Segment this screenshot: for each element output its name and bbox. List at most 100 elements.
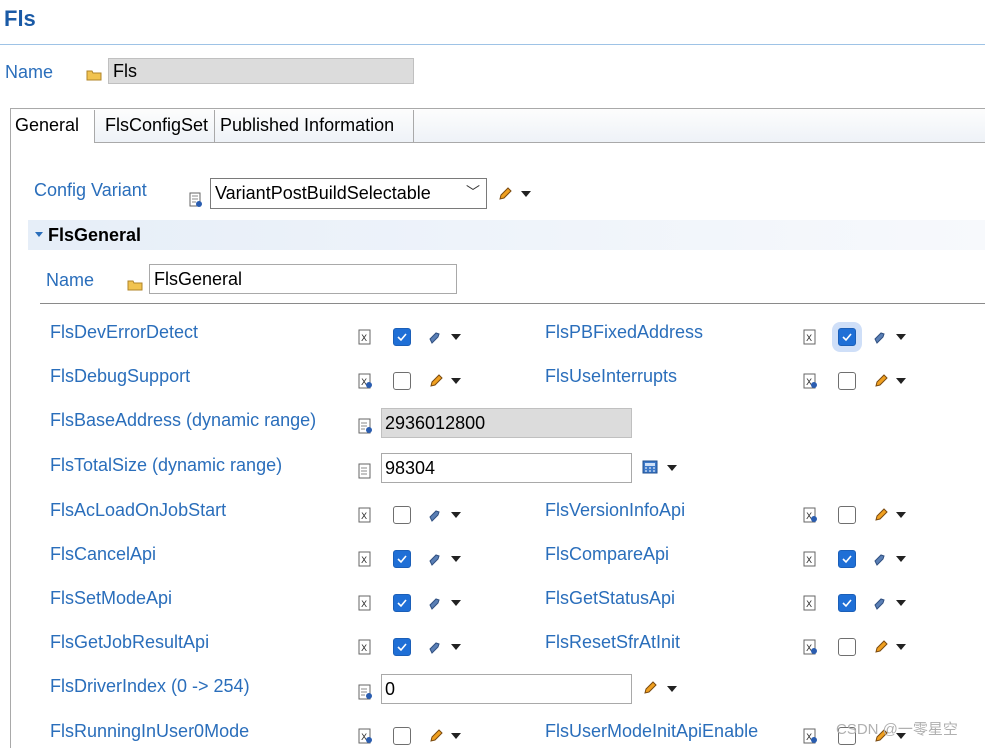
parameter-type-icon: X [358,639,371,655]
pencil-icon[interactable] [873,373,889,389]
dropdown-arrow-icon[interactable] [451,378,461,384]
svg-text:X: X [806,556,812,566]
svg-text:X: X [806,733,812,743]
parameter-type-icon: X [803,373,817,389]
tab-flsconfigset[interactable]: FlsConfigSet [95,110,215,142]
dropdown-arrow-icon[interactable] [451,733,461,739]
driver-index-field[interactable]: 0 [381,674,632,704]
svg-text:X: X [361,334,367,344]
section-divider [40,303,985,304]
wrench-icon[interactable] [428,551,444,567]
wrench-icon[interactable] [428,595,444,611]
checkbox-pb-fixed-address[interactable] [838,328,856,346]
parameter-type-icon [358,418,372,434]
pencil-icon[interactable] [428,373,444,389]
dropdown-arrow-icon[interactable] [451,556,461,562]
parameter-type-icon: X [803,728,817,744]
checkbox-compare-api[interactable] [838,550,856,568]
pencil-icon[interactable] [428,728,444,744]
section-header[interactable] [28,220,985,250]
wrench-icon[interactable] [873,595,889,611]
collapse-arrow-icon[interactable] [35,232,43,237]
svg-text:X: X [361,512,367,522]
dropdown-arrow-icon[interactable] [896,512,906,518]
checkbox-version-info-api[interactable] [838,506,856,524]
wrench-icon[interactable] [428,507,444,523]
dropdown-arrow-icon[interactable] [896,644,906,650]
checkbox-debug-support[interactable] [393,372,411,390]
param-label-get-status-api: FlsGetStatusApi [545,588,676,608]
chevron-down-icon[interactable]: ﹀ [466,182,480,202]
param-label-running-in-user0-mode: FlsRunningInUser0Mode [50,721,250,741]
base-address-field[interactable]: 2936012800 [381,408,632,438]
param-label-reset-sfr-at-init: FlsResetSfrAtInit [545,632,681,652]
folder-icon [86,70,102,81]
parameter-type-icon: X [803,329,816,345]
name-field[interactable]: Fls [108,58,414,84]
parameter-type-icon: X [803,551,816,567]
checkbox-dev-error-detect[interactable] [393,328,411,346]
wrench-icon[interactable] [428,639,444,655]
checkbox-get-status-api[interactable] [838,594,856,612]
param-label-get-job-result-api: FlsGetJobResultApi [50,632,210,652]
dropdown-arrow-icon[interactable] [667,465,677,471]
dropdown-arrow-icon[interactable] [896,556,906,562]
total-size-field[interactable]: 98304 [381,453,632,483]
tab-general[interactable]: General [11,110,95,143]
parameter-type-icon: X [803,639,817,655]
svg-text:X: X [806,644,812,654]
checkbox-get-job-result-api[interactable] [393,638,411,656]
param-label-dev-error-detect: FlsDevErrorDetect [50,322,199,342]
wrench-icon[interactable] [428,329,444,345]
calculator-icon[interactable] [642,459,658,475]
dropdown-arrow-icon[interactable] [896,600,906,606]
pencil-icon[interactable] [873,639,889,655]
checkbox-ac-load-on-job-start[interactable] [393,506,411,524]
svg-text:X: X [361,733,367,743]
parameter-type-icon: X [358,728,372,744]
dropdown-arrow-icon[interactable] [521,191,531,197]
checkbox-running-in-user0-mode[interactable] [393,727,411,745]
dropdown-arrow-icon[interactable] [667,686,677,692]
pencil-icon[interactable] [642,680,658,696]
param-label-pb-fixed-address: FlsPBFixedAddress [545,322,704,342]
pencil-icon[interactable] [497,186,513,202]
parameter-type-icon [358,463,371,479]
tab-published-information[interactable]: Published Information [216,110,414,142]
title-divider [0,44,985,45]
dropdown-arrow-icon[interactable] [451,644,461,650]
dropdown-arrow-icon[interactable] [896,378,906,384]
param-label-ac-load-on-job-start: FlsAcLoadOnJobStart [50,500,227,520]
config-variant-select[interactable]: VariantPostBuildSelectable [210,178,487,209]
svg-text:X: X [361,644,367,654]
folder-icon [127,280,143,291]
param-label-user-mode-init-api-enable: FlsUserModeInitApiEnable [545,721,759,741]
checkbox-use-interrupts[interactable] [838,372,856,390]
param-label-set-mode-api: FlsSetModeApi [50,588,173,608]
parameter-type-icon: X [358,595,371,611]
dropdown-arrow-icon[interactable] [451,512,461,518]
config-variant-label: Config Variant [34,180,147,200]
svg-text:X: X [361,600,367,610]
page-title: Fls [4,6,36,31]
section-name-field[interactable]: FlsGeneral [149,264,457,294]
checkbox-cancel-api[interactable] [393,550,411,568]
param-label-debug-support: FlsDebugSupport [50,366,191,386]
parameter-type-icon [358,684,372,700]
pencil-icon[interactable] [873,507,889,523]
dropdown-arrow-icon[interactable] [451,600,461,606]
parameter-type-icon: X [803,507,817,523]
checkbox-set-mode-api[interactable] [393,594,411,612]
wrench-icon[interactable] [873,329,889,345]
dropdown-arrow-icon[interactable] [451,334,461,340]
param-label-cancel-api: FlsCancelApi [50,544,157,564]
param-label-total-size: FlsTotalSize (dynamic range) [50,455,283,475]
svg-text:X: X [806,600,812,610]
checkbox-reset-sfr-at-init[interactable] [838,638,856,656]
svg-text:X: X [361,556,367,566]
wrench-icon[interactable] [873,551,889,567]
parameter-type-icon: X [358,507,371,523]
parameter-type-icon: X [803,595,816,611]
dropdown-arrow-icon[interactable] [896,334,906,340]
param-label-version-info-api: FlsVersionInfoApi [545,500,686,520]
